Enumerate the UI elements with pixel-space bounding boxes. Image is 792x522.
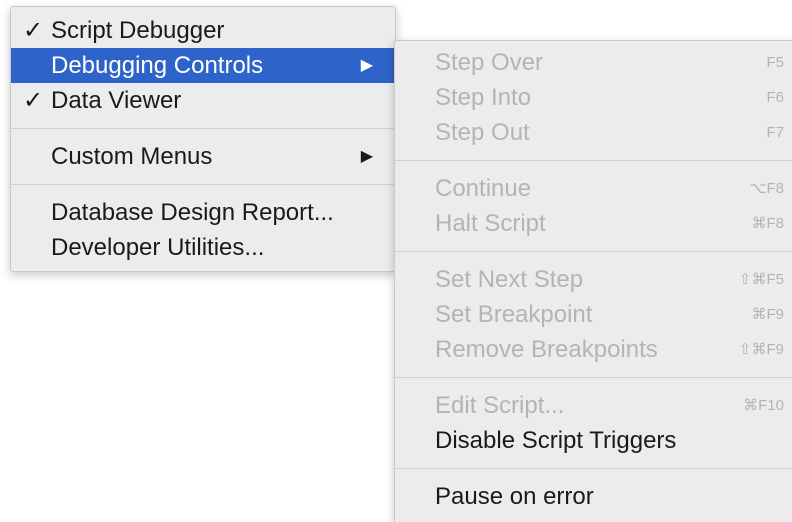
menu-separator [11,184,395,185]
menu-item-label: Developer Utilities... [51,234,265,261]
menu-item-database-design-report[interactable]: Database Design Report... [11,195,395,230]
menu-item-set-breakpoint: Set Breakpoint ⌘F9 [395,297,792,332]
shortcut-label: F5 [766,54,784,71]
shortcut-label: ⌘F9 [751,306,784,323]
menu-item-label: Step Out [435,119,530,146]
menu-item-data-viewer[interactable]: ✓ Data Viewer [11,83,395,118]
menu-item-label: Debugging Controls [51,52,264,79]
menu-item-label: Step Over [435,49,544,76]
menu-item-pause-on-error[interactable]: Pause on error [395,479,792,514]
shortcut-label: F7 [766,124,784,141]
menu-item-remove-breakpoints: Remove Breakpoints ⇧⌘F9 [395,332,792,367]
menu-item-label: Halt Script [435,210,546,237]
menu-item-disable-script-triggers[interactable]: Disable Script Triggers [395,423,792,458]
menu-item-custom-menus[interactable]: Custom Menus ▶ [11,139,395,174]
debugging-controls-submenu: Step Over F5 Step Into F6 Step Out F7 Co… [394,40,792,522]
menu-item-label: Set Breakpoint [435,301,593,328]
shortcut-label: ⌘F10 [743,397,784,414]
menu-item-label: Edit Script... [435,392,565,419]
menu-item-edit-script: Edit Script... ⌘F10 [395,388,792,423]
menu-item-halt-script: Halt Script ⌘F8 [395,206,792,241]
menu-separator [395,251,792,252]
menu-separator [395,468,792,469]
menu-item-label: Set Next Step [435,266,584,293]
submenu-arrow-icon: ▶ [360,148,373,165]
menu-item-developer-utilities[interactable]: Developer Utilities... [11,230,395,265]
menu-separator [11,128,395,129]
menu-item-step-out: Step Out F7 [395,115,792,150]
menu-item-label: Custom Menus [51,143,213,170]
shortcut-label: ⇧⌘F5 [738,271,784,288]
menu-item-label: Disable Script Triggers [435,427,677,454]
shortcut-label: ⌘F8 [751,215,784,232]
menu-separator [395,160,792,161]
shortcut-label: F6 [766,89,784,106]
shortcut-label: ⌥F8 [749,180,784,197]
menu-item-label: Pause on error [435,483,594,510]
shortcut-label: ⇧⌘F9 [738,341,784,358]
menu-item-script-debugger[interactable]: ✓ Script Debugger [11,13,395,48]
menu-item-label: Step Into [435,84,532,111]
tools-menu: ✓ Script Debugger Debugging Controls ▶ ✓… [10,6,396,272]
menu-item-label: Data Viewer [51,87,182,114]
checkmark-icon: ✓ [22,17,44,44]
menu-item-step-over: Step Over F5 [395,45,792,80]
menu-item-label: Script Debugger [51,17,225,44]
checkmark-icon: ✓ [22,87,44,114]
menu-item-debugging-controls[interactable]: Debugging Controls ▶ [11,48,395,83]
menu-item-step-into: Step Into F6 [395,80,792,115]
menu-item-continue: Continue ⌥F8 [395,171,792,206]
menu-item-label: Continue [435,175,532,202]
menu-item-label: Remove Breakpoints [435,336,658,363]
menu-item-set-next-step: Set Next Step ⇧⌘F5 [395,262,792,297]
menu-item-label: Database Design Report... [51,199,334,226]
menu-separator [395,377,792,378]
submenu-arrow-icon: ▶ [360,57,373,74]
